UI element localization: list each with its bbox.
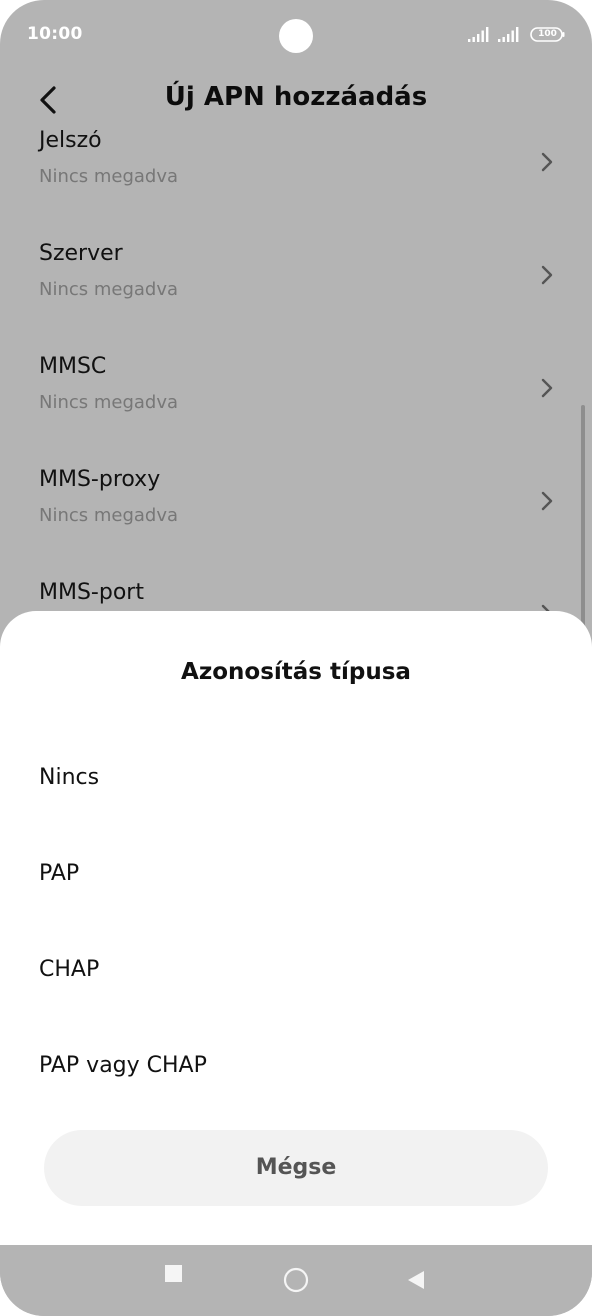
chevron-right-icon: [541, 265, 553, 285]
option-none[interactable]: Nincs: [0, 729, 592, 825]
battery-icon: 100: [530, 27, 565, 42]
signal-icon: [468, 27, 489, 42]
scrollbar[interactable]: [581, 405, 585, 640]
setting-title: MMS-port: [39, 580, 144, 605]
setting-title: Jelszó: [39, 130, 102, 153]
navigation-bar: [0, 1245, 592, 1316]
recents-square-icon[interactable]: [165, 1265, 182, 1282]
chevron-right-icon: [541, 491, 553, 511]
setting-row-mmsc[interactable]: MMSC Nincs megadva: [0, 354, 592, 475]
setting-row-password[interactable]: Jelszó Nincs megadva: [0, 130, 592, 249]
option-chap[interactable]: CHAP: [0, 921, 592, 1017]
apn-settings-list: Jelszó Nincs megadva Szerver Nincs megad…: [0, 130, 592, 612]
setting-value: Nincs megadva: [39, 392, 179, 413]
setting-row-mms-port[interactable]: MMS-port: [0, 580, 592, 612]
setting-row-mms-proxy[interactable]: MMS-proxy Nincs megadva: [0, 467, 592, 588]
chevron-right-icon: [541, 152, 553, 172]
battery-level: 100: [538, 29, 557, 39]
setting-value: Nincs megadva: [39, 166, 179, 187]
status-time: 10:00: [27, 24, 83, 44]
page-title: Új APN hozzáadás: [164, 82, 428, 112]
setting-value: Nincs megadva: [39, 279, 179, 300]
phone-screen: 10:00 100 Új APN hozzáadás Jelszó Nincs …: [0, 0, 592, 1316]
auth-type-sheet: Azonosítás típusa Nincs PAP CHAP PAP vag…: [0, 611, 592, 1245]
chevron-right-icon: [541, 378, 553, 398]
setting-title: Szerver: [39, 241, 123, 266]
setting-row-server[interactable]: Szerver Nincs megadva: [0, 241, 592, 362]
home-circle-icon[interactable]: [283, 1267, 309, 1293]
setting-title: MMSC: [39, 354, 107, 379]
camera-cutout: [279, 19, 313, 53]
setting-title: MMS-proxy: [39, 467, 161, 492]
option-pap[interactable]: PAP: [0, 825, 592, 921]
option-pap-or-chap[interactable]: PAP vagy CHAP: [0, 1017, 592, 1113]
sheet-title: Azonosítás típusa: [181, 659, 411, 685]
option-label: CHAP: [39, 957, 100, 982]
app-header: Új APN hozzáadás: [0, 70, 592, 130]
back-triangle-icon[interactable]: [406, 1269, 426, 1291]
setting-value: Nincs megadva: [39, 505, 179, 526]
option-label: PAP: [39, 861, 80, 886]
status-bar: 10:00 100: [0, 0, 592, 70]
option-label: PAP vagy CHAP: [39, 1053, 207, 1078]
cancel-button[interactable]: Mégse: [44, 1130, 548, 1206]
option-label: Nincs: [39, 765, 100, 790]
signal-icon: [498, 27, 519, 42]
